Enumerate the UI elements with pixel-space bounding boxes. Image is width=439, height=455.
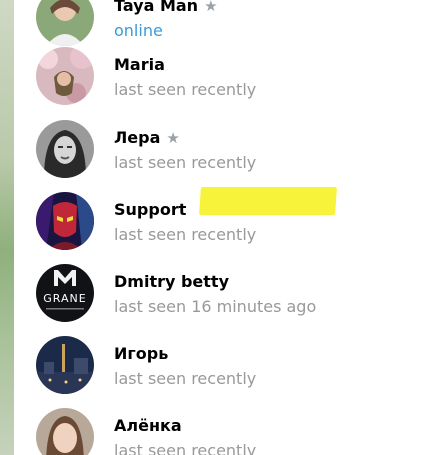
- contact-name: Лера ★: [114, 128, 180, 147]
- contact-status: last seen recently: [114, 225, 257, 244]
- contact-status: last seen recently: [114, 441, 257, 455]
- contact-status: last seen recently: [114, 153, 257, 172]
- contact-name: Алёнка: [114, 416, 182, 435]
- star-icon: ★: [204, 0, 218, 15]
- contact-status: last seen recently: [114, 80, 257, 99]
- contact-list: Taya Man ★ online Maria last seen recentl…: [16, 0, 439, 455]
- contact-name: Maria: [114, 55, 165, 74]
- highlight-marker: [199, 187, 337, 215]
- contact-item-support[interactable]: Support last seen recently: [16, 185, 439, 257]
- svg-text:GRANE: GRANE: [43, 292, 86, 305]
- avatar: [36, 408, 94, 455]
- contact-status: last seen recently: [114, 369, 257, 388]
- contact-name: Support: [114, 187, 337, 219]
- contact-item-maria[interactable]: Maria last seen recently: [16, 40, 439, 112]
- contact-item-igor[interactable]: Игорь last seen recently: [16, 329, 439, 401]
- avatar: [36, 192, 94, 250]
- contact-status: online: [114, 21, 163, 40]
- avatar: GRANE: [36, 264, 94, 322]
- contact-item-alyonka[interactable]: Алёнка last seen recently: [16, 401, 439, 455]
- star-icon: ★: [166, 129, 180, 147]
- contact-status: last seen 16 minutes ago: [114, 297, 317, 316]
- contact-item-lera[interactable]: Лера ★ last seen recently: [16, 113, 439, 185]
- background-strip: [0, 0, 14, 455]
- avatar: [36, 120, 94, 178]
- avatar: [36, 336, 94, 394]
- contact-name: Taya Man ★: [114, 0, 218, 15]
- contact-item-dmitry-betty[interactable]: GRANE Dmitry betty last seen 16 minutes …: [16, 257, 439, 329]
- avatar: [36, 47, 94, 105]
- contact-name: Игорь: [114, 344, 169, 363]
- contact-name: Dmitry betty: [114, 272, 230, 291]
